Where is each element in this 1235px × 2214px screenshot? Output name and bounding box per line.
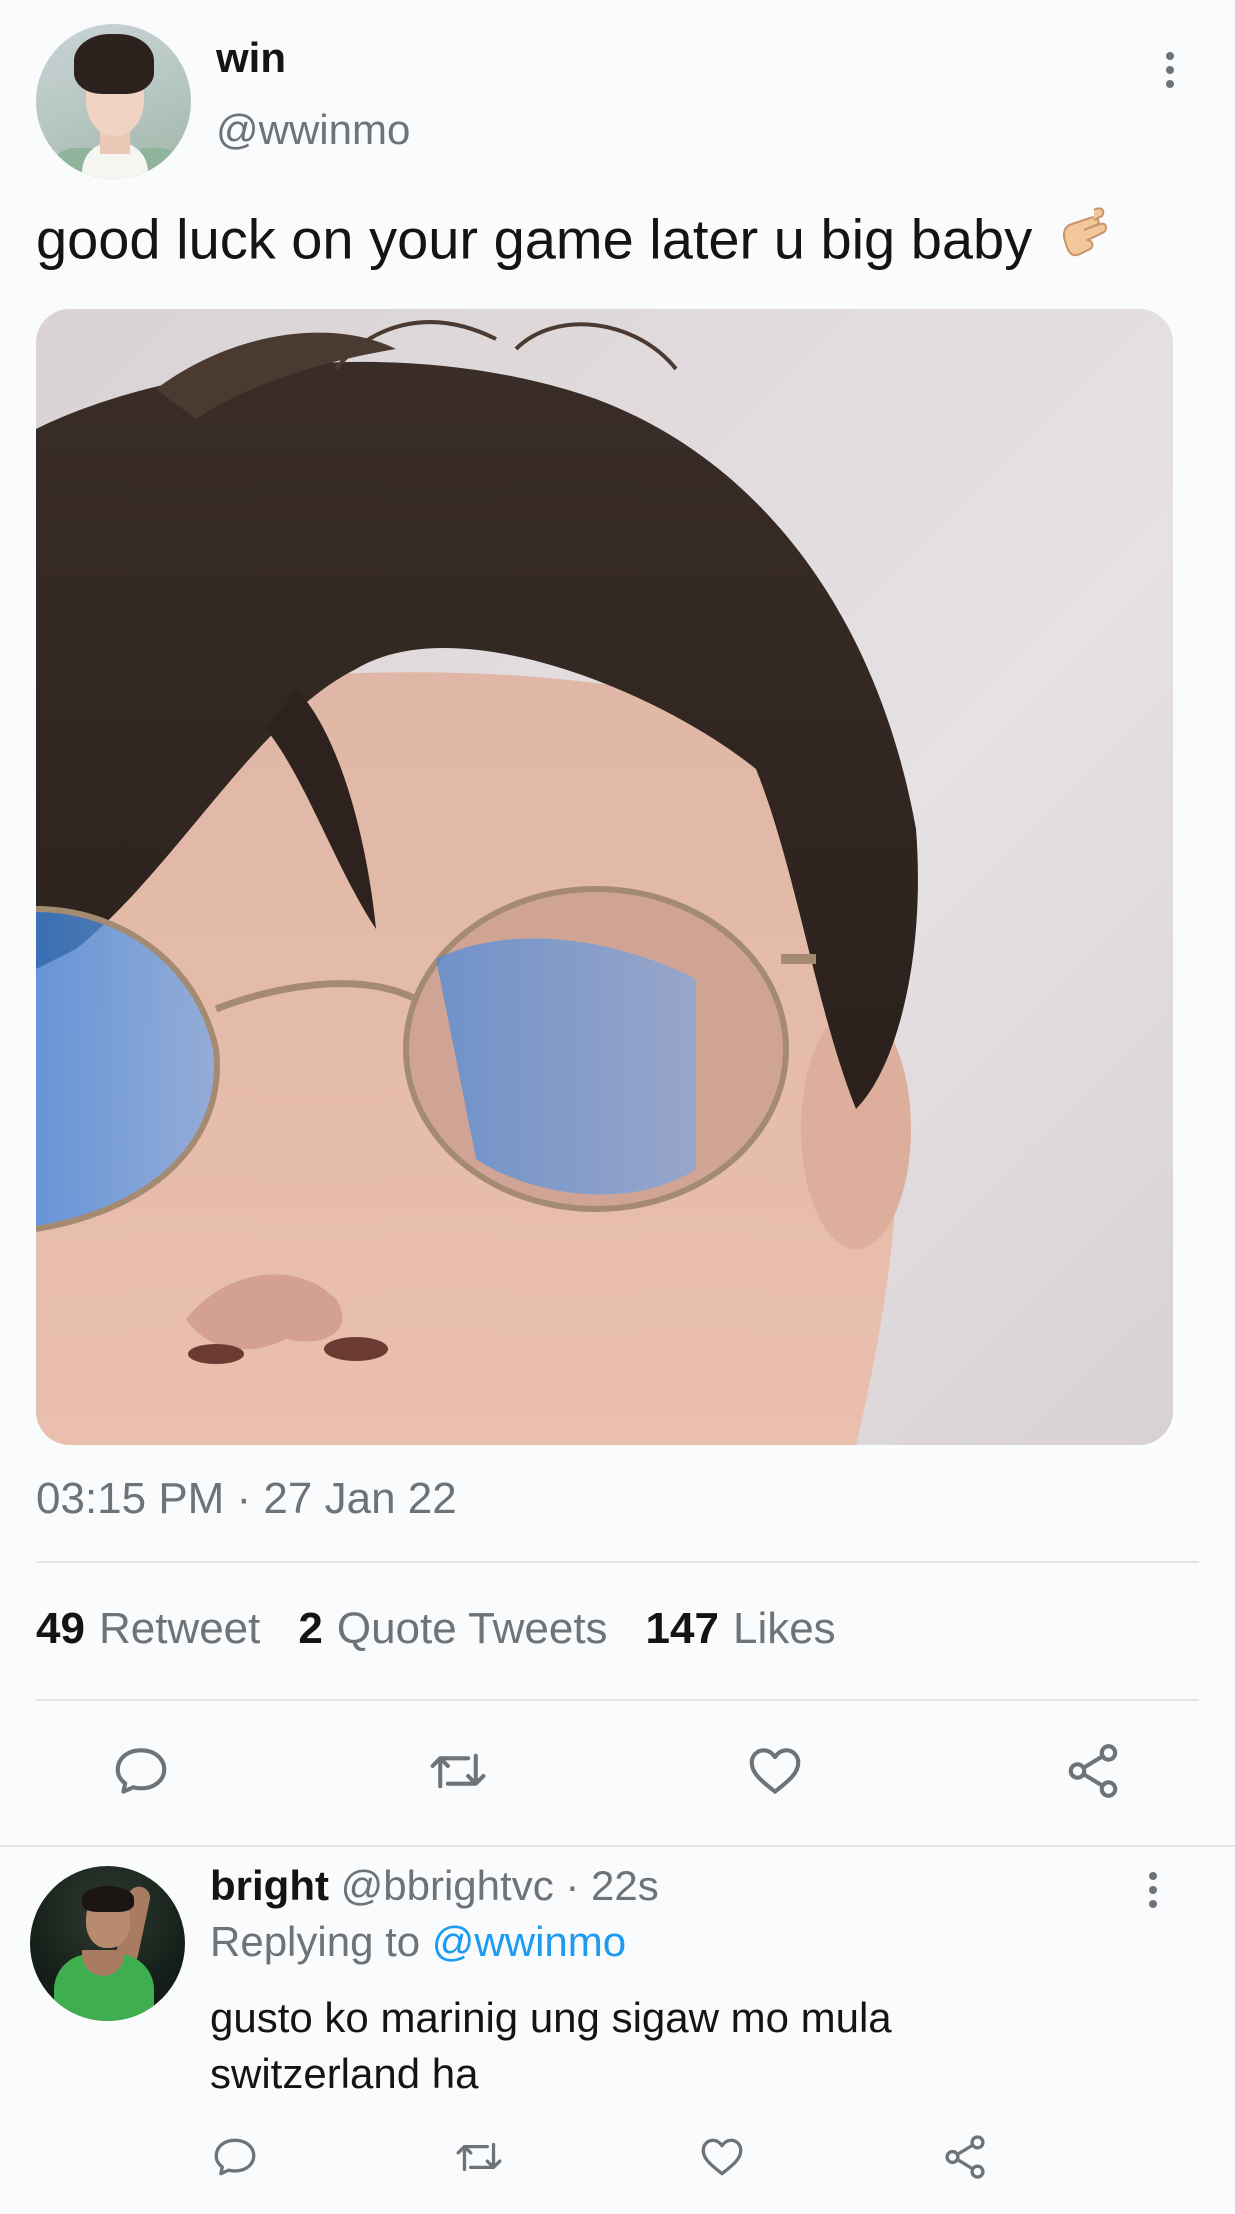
tweet-stats: 49 Retweet 2 Quote Tweets 147 Likes: [36, 1604, 836, 1654]
quotes-label: Quote Tweets: [336, 1604, 608, 1653]
tweet-photo[interactable]: [36, 309, 1173, 1445]
like-icon[interactable]: [744, 1740, 806, 1807]
reply-like-icon[interactable]: [697, 2132, 747, 2187]
likes-stat[interactable]: 147 Likes: [646, 1604, 836, 1654]
reply-share-icon[interactable]: [940, 2132, 990, 2187]
replying-to-link[interactable]: @wwinmo: [432, 1918, 626, 1965]
reply-time: 22s: [591, 1862, 659, 1909]
tweet-detail-screen: win @wwinmo good luck on your game later…: [0, 0, 1235, 2214]
author-avatar[interactable]: [36, 24, 191, 179]
reply-reply-icon[interactable]: [210, 2132, 260, 2187]
reply-icon[interactable]: [110, 1740, 172, 1807]
reply-author-name[interactable]: bright: [210, 1862, 329, 1909]
pinching-hand-icon: [1054, 204, 1110, 283]
more-options-icon[interactable]: [1150, 52, 1190, 102]
reply-more-options-icon[interactable]: [1133, 1872, 1173, 1922]
retweets-count: 49: [36, 1604, 85, 1653]
likes-count: 147: [645, 1604, 719, 1653]
replying-to-line: Replying to @wwinmo: [210, 1918, 626, 1966]
likes-label: Likes: [732, 1604, 836, 1653]
tweet-text: good luck on your game later u big baby: [36, 207, 1033, 271]
tweet-text-line: good luck on your game later u big baby: [36, 204, 1110, 283]
divider: [36, 1699, 1199, 1701]
divider: [36, 1561, 1199, 1563]
author-handle[interactable]: @wwinmo: [216, 106, 410, 154]
reply-separator: ·: [565, 1862, 580, 1909]
reply-author-avatar[interactable]: [30, 1866, 185, 2021]
quotes-stat[interactable]: 2 Quote Tweets: [298, 1604, 607, 1654]
reply-text: gusto ko marinig ung sigaw mo mula switz…: [210, 1994, 892, 2097]
retweets-label: Retweet: [98, 1604, 261, 1653]
tweet-timestamp: 03:15 PM · 27 Jan 22: [36, 1474, 457, 1523]
retweet-icon[interactable]: [425, 1740, 491, 1807]
author-name[interactable]: win: [216, 34, 286, 82]
reply-header: bright @bbrightvc · 22s: [210, 1862, 659, 1910]
reply-retweet-icon[interactable]: [452, 2132, 506, 2187]
quotes-count: 2: [298, 1604, 323, 1653]
section-divider: [0, 1845, 1235, 1847]
retweets-stat[interactable]: 49 Retweet: [36, 1604, 260, 1654]
reply-author-handle[interactable]: @bbrightvc: [341, 1862, 554, 1909]
share-icon[interactable]: [1062, 1740, 1124, 1807]
replying-to-label: Replying to: [210, 1918, 421, 1965]
